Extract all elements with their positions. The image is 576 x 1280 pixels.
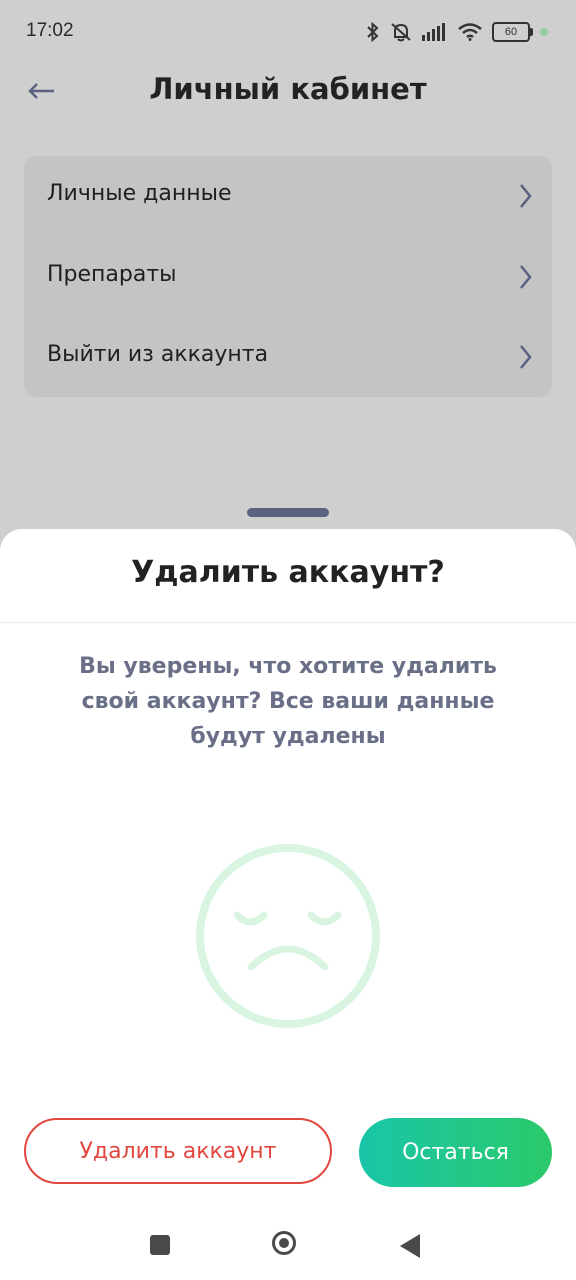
menu-item-label: Препараты xyxy=(47,262,177,287)
bluetooth-icon xyxy=(367,22,379,42)
system-nav-bar xyxy=(0,1210,576,1280)
menu-item-personal-data[interactable]: Личные данные xyxy=(24,156,552,236)
chevron-right-icon xyxy=(520,265,532,289)
wifi-icon xyxy=(458,23,482,41)
app-header: Личный кабинет xyxy=(0,64,576,132)
status-icons: 60 xyxy=(366,20,548,44)
divider xyxy=(0,622,576,623)
nav-back-icon[interactable] xyxy=(400,1234,420,1258)
chevron-right-icon xyxy=(520,345,532,369)
status-time: 17:02 xyxy=(26,20,74,41)
stay-button[interactable]: Остаться xyxy=(359,1118,552,1187)
page-title: Личный кабинет xyxy=(149,72,427,106)
chevron-right-icon xyxy=(520,184,532,208)
sheet-title: Удалить аккаунт? xyxy=(131,555,445,590)
menu-item-medications[interactable]: Препараты xyxy=(24,237,552,317)
menu-item-logout[interactable]: Выйти из аккаунта xyxy=(24,317,552,397)
menu-item-label: Выйти из аккаунта xyxy=(47,342,269,367)
muted-bell-icon xyxy=(391,23,411,42)
sad-face-icon xyxy=(196,844,380,1028)
sheet-drag-handle[interactable] xyxy=(247,508,329,517)
signal-icon xyxy=(422,23,445,41)
battery-icon: 60 xyxy=(492,22,533,42)
home-icon[interactable] xyxy=(272,1231,296,1255)
recent-apps-icon[interactable] xyxy=(150,1235,170,1255)
status-dot xyxy=(540,28,548,36)
status-bar: 17:02 60 xyxy=(0,0,576,64)
menu-card: Личные данные Препараты Выйти из аккаунт… xyxy=(24,156,552,397)
delete-account-sheet: Удалить аккаунт? Вы уверены, что хотите … xyxy=(0,529,576,1280)
menu-item-label: Личные данные xyxy=(47,181,232,206)
sheet-message: Вы уверены, что хотите удалить свой акка… xyxy=(79,654,497,749)
delete-account-button[interactable]: Удалить аккаунт xyxy=(24,1118,332,1184)
